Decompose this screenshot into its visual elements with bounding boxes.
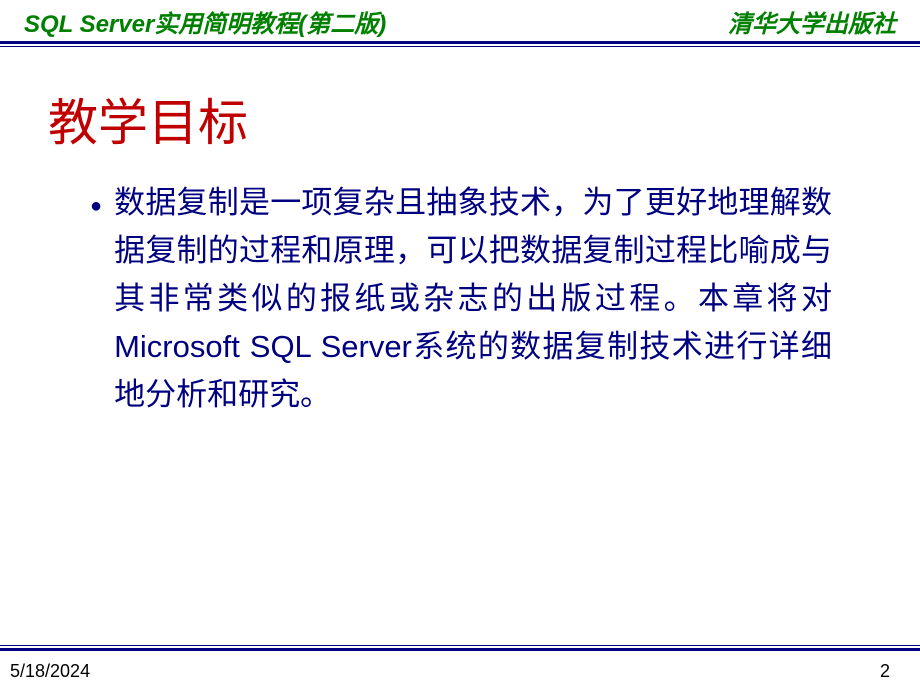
footer-date: 5/18/2024	[10, 661, 90, 682]
footer-divider-thin	[0, 645, 920, 646]
header-divider-thick	[0, 41, 920, 44]
slide-title: 教学目标	[0, 47, 920, 179]
book-title: SQL Server实用简明教程(第二版)	[24, 4, 386, 39]
slide-content: ● 数据复制是一项复杂且抽象技术，为了更好地理解数据复制的过程和原理，可以把数据…	[0, 179, 920, 419]
bullet-marker-icon: ●	[90, 191, 102, 222]
bullet-item: ● 数据复制是一项复杂且抽象技术，为了更好地理解数据复制的过程和原理，可以把数据…	[90, 179, 832, 419]
body-paragraph: 数据复制是一项复杂且抽象技术，为了更好地理解数据复制的过程和原理，可以把数据复制…	[114, 179, 832, 419]
slide-header: SQL Server实用简明教程(第二版) 清华大学出版社	[0, 0, 920, 39]
footer-row: 5/18/2024 2	[0, 651, 920, 690]
slide-footer: 5/18/2024 2	[0, 645, 920, 690]
page-number: 2	[880, 661, 890, 682]
publisher: 清华大学出版社	[728, 4, 896, 39]
